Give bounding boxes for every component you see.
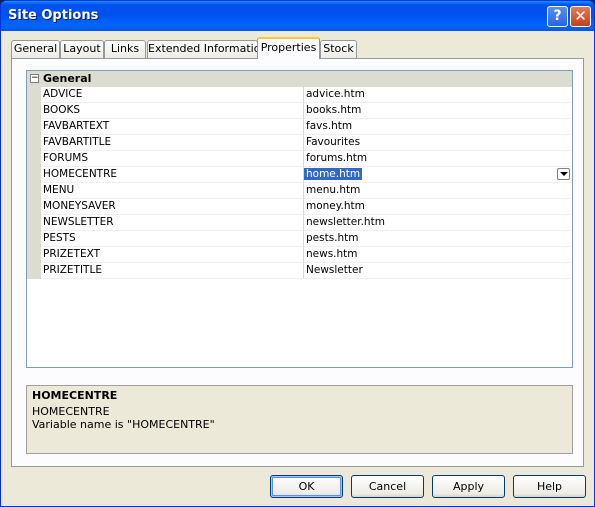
property-name: FAVBARTITLE [41,135,304,151]
cancel-button[interactable]: Cancel [351,475,424,498]
property-name: PESTS [41,231,304,247]
property-name: MONEYSAVER [41,199,304,215]
property-row-advice[interactable]: ADVICE advice.htm [41,87,572,103]
ok-button[interactable]: OK [270,475,343,498]
property-value[interactable]: Newsletter [304,263,572,279]
property-value[interactable]: money.htm [304,199,572,215]
property-value-text: news.htm [306,248,358,260]
property-name: BOOKS [41,103,304,119]
help-title-button[interactable]: ? [547,6,568,27]
tab-links[interactable]: Links [104,40,146,58]
description-name: HOMECENTRE [32,405,110,418]
property-value[interactable]: newsletter.htm [304,215,572,231]
close-button[interactable]: ✕ [570,6,591,27]
property-row-prizetitle[interactable]: PRIZETITLE Newsletter [41,263,572,279]
property-name: MENU [41,183,304,199]
property-name: PRIZETITLE [41,263,304,279]
property-value[interactable]: books.htm [304,103,572,119]
property-value-text: books.htm [306,104,362,116]
property-row-favbartitle[interactable]: FAVBARTITLE Favourites [41,135,572,151]
tab-extended-information[interactable]: Extended Information [147,40,267,58]
category-label: General [43,72,92,85]
property-name: ADVICE [41,87,304,103]
property-name: HOMECENTRE [41,167,304,183]
tab-stock[interactable]: Stock [320,40,357,58]
property-value-text: home.htm [304,168,363,180]
property-value-text: menu.htm [306,184,361,196]
description-text: Variable name is "HOMECENTRE" [32,418,215,431]
property-name: FAVBARTEXT [41,119,304,135]
property-row-prizetext[interactable]: PRIZETEXT news.htm [41,247,572,263]
property-value[interactable]: Favourites [304,135,572,151]
property-value[interactable]: forums.htm [304,151,572,167]
window-title: Site Options [8,8,99,23]
property-value-text: Favourites [306,136,361,148]
properties-panel: − General ADVICE advice.htm BOOKS books.htm… [11,58,584,467]
property-value-text: newsletter.htm [306,216,385,228]
collapse-icon[interactable]: − [30,74,39,83]
description-title: HOMECENTRE [32,389,118,402]
dropdown-arrow-icon[interactable] [557,168,570,180]
property-row-menu[interactable]: MENU menu.htm [41,183,572,199]
tab-general[interactable]: General [11,40,60,58]
description-pane: HOMECENTRE HOMECENTRE Variable name is "… [26,385,573,454]
property-row-newsletter[interactable]: NEWSLETTER newsletter.htm [41,215,572,231]
site-options-dialog: Site Options ? ✕ General Layout Links Ex… [0,0,595,507]
property-value-text: money.htm [306,200,365,212]
property-value-text: Newsletter [306,264,363,276]
property-value-text: forums.htm [306,152,368,164]
tab-layout[interactable]: Layout [60,40,104,58]
property-value[interactable]: home.htm [304,167,572,183]
tab-properties[interactable]: Properties [257,37,320,59]
property-row-moneysaver[interactable]: MONEYSAVER money.htm [41,199,572,215]
property-row-pests[interactable]: PESTS pests.htm [41,231,572,247]
category-row-general[interactable]: − General [27,71,572,87]
property-value-text: advice.htm [306,88,365,100]
property-grid: − General ADVICE advice.htm BOOKS books.htm… [26,70,573,368]
property-name: FORUMS [41,151,304,167]
property-name: PRIZETEXT [41,247,304,263]
property-value[interactable]: pests.htm [304,231,572,247]
property-value-text: favs.htm [306,120,353,132]
property-row-books[interactable]: BOOKS books.htm [41,103,572,119]
apply-button[interactable]: Apply [432,475,505,498]
grid-margin [27,87,41,279]
property-value[interactable]: favs.htm [304,119,572,135]
property-value[interactable]: menu.htm [304,183,572,199]
property-value[interactable]: advice.htm [304,87,572,103]
property-value-text: pests.htm [306,232,359,244]
help-button[interactable]: Help [513,475,586,498]
property-row-forums[interactable]: FORUMS forums.htm [41,151,572,167]
property-row-homecentre[interactable]: HOMECENTRE home.htm [41,167,572,183]
property-row-favbartext[interactable]: FAVBARTEXT favs.htm [41,119,572,135]
close-icon: ✕ [574,7,587,25]
property-value[interactable]: news.htm [304,247,572,263]
property-name: NEWSLETTER [41,215,304,231]
title-bar[interactable]: Site Options ? ✕ [1,1,594,31]
question-mark-icon: ? [553,8,562,24]
